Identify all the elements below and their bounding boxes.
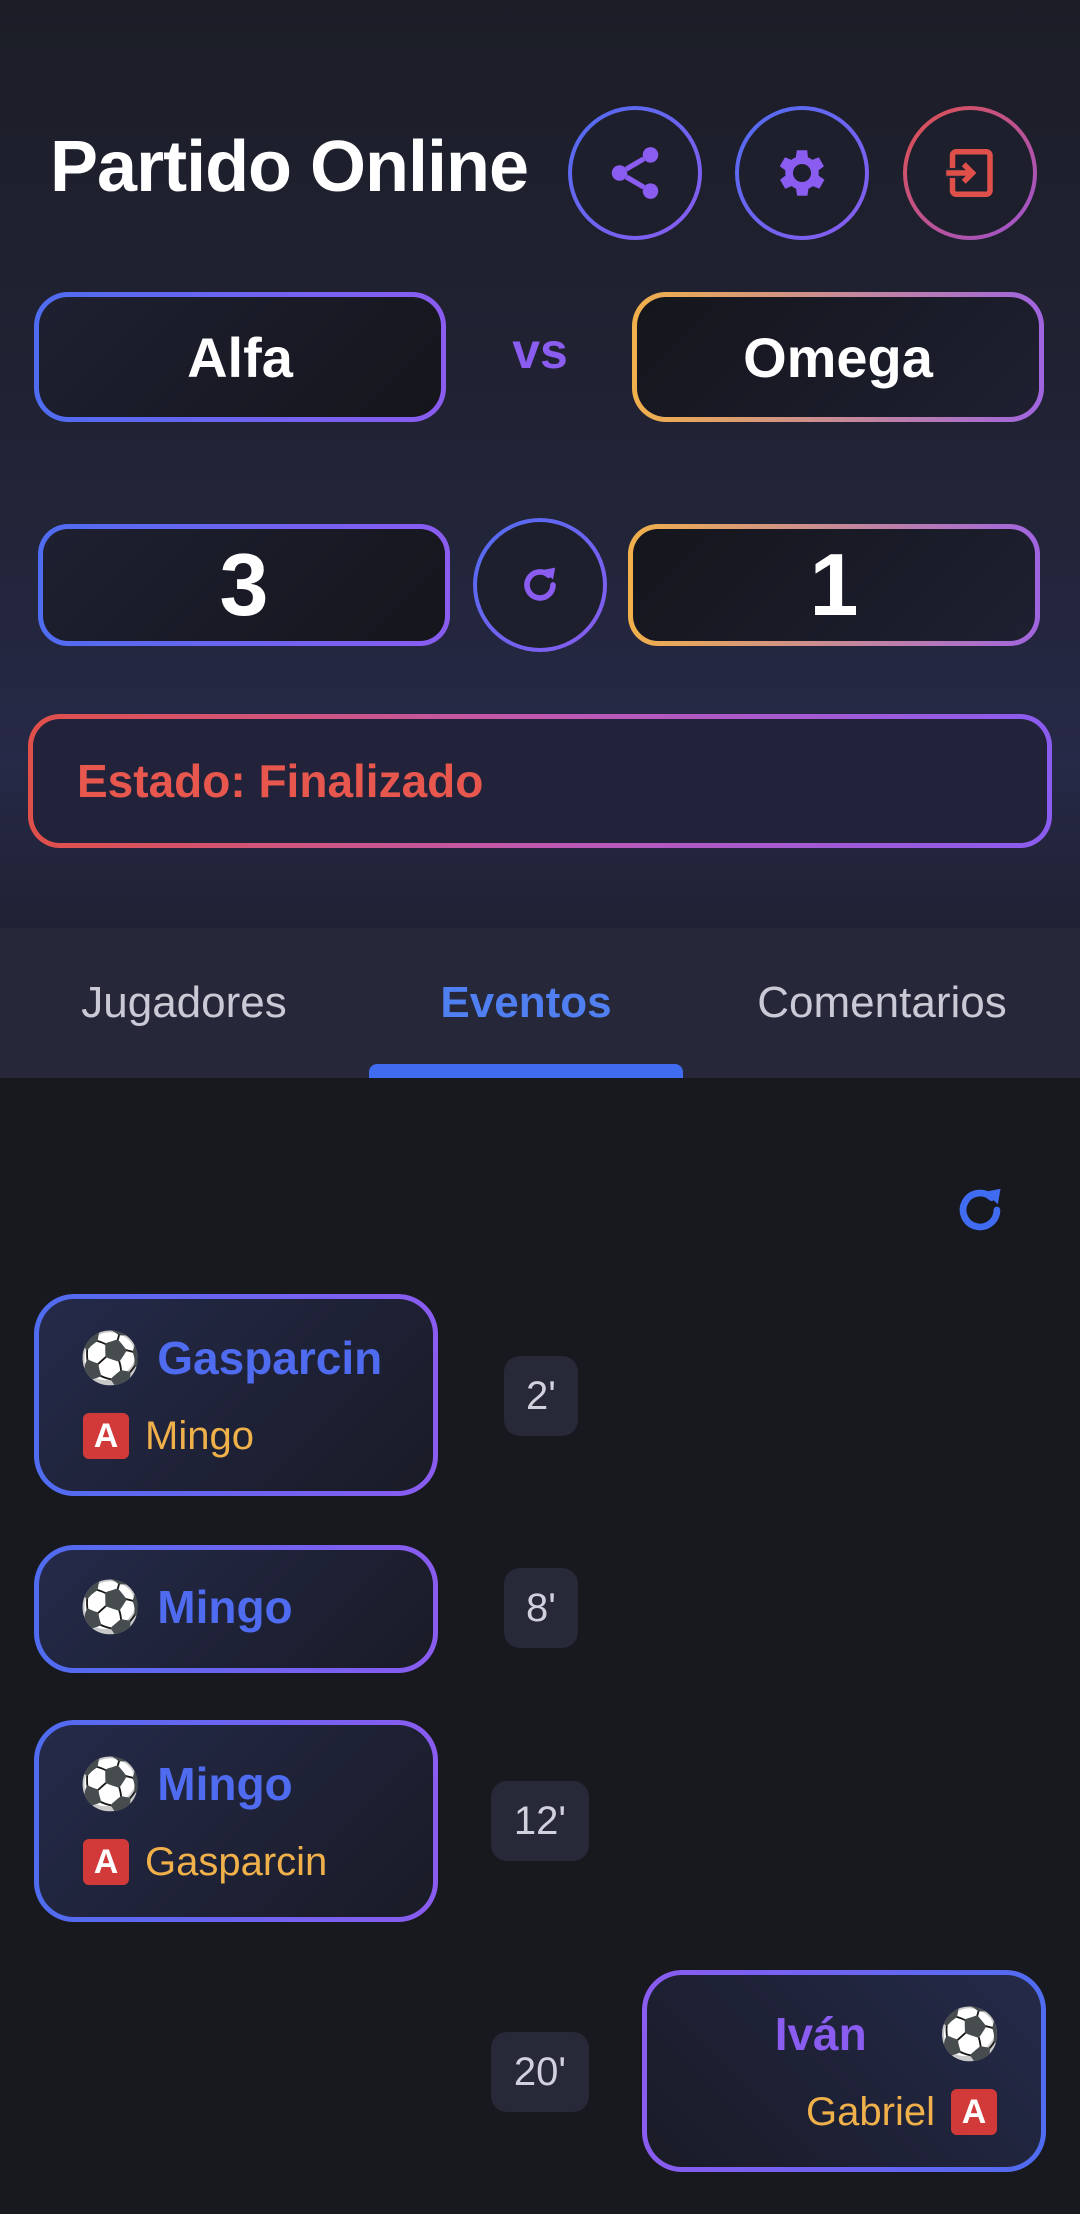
event-card[interactable]: Iván ⚽ Gabriel A	[642, 1970, 1046, 2172]
soccer-ball-icon: ⚽	[79, 1579, 142, 1635]
away-score: 1	[628, 524, 1040, 646]
share-button[interactable]	[568, 106, 702, 240]
home-score: 3	[38, 524, 450, 646]
tab-jugadores[interactable]: Jugadores	[0, 928, 368, 1078]
assist-badge-icon: A	[83, 1839, 129, 1885]
exit-button[interactable]	[903, 106, 1037, 240]
refresh-icon	[959, 1188, 1001, 1231]
away-team-name: Omega	[632, 292, 1044, 422]
match-screen: Partido Online Alfa vs Omega 3 1 Estado:…	[0, 0, 1080, 2214]
page-title: Partido Online	[50, 127, 529, 207]
event-scorer: Mingo	[157, 1581, 293, 1633]
vs-label: vs	[512, 323, 568, 379]
soccer-ball-icon: ⚽	[938, 2006, 1001, 2062]
event-minute: 8'	[504, 1568, 578, 1648]
tab-eventos[interactable]: Eventos	[368, 928, 684, 1078]
exit-icon	[945, 149, 993, 197]
refresh-score-button[interactable]	[473, 518, 607, 652]
event-scorer: Mingo	[157, 1758, 293, 1810]
event-minute: 20'	[491, 2032, 589, 2112]
settings-button[interactable]	[735, 106, 869, 240]
event-scorer: Iván	[774, 2008, 867, 2060]
event-card[interactable]: ⚽ Gasparcin A Mingo	[34, 1294, 438, 1496]
event-minute: 12'	[491, 1781, 589, 1861]
tab-comentarios[interactable]: Comentarios	[684, 928, 1080, 1078]
status-badge: Estado: Finalizado	[28, 714, 1052, 848]
event-card[interactable]: ⚽ Mingo A Gasparcin	[34, 1720, 438, 1922]
home-team-name: Alfa	[34, 292, 446, 422]
event-assist: Mingo	[145, 1413, 254, 1458]
event-scorer: Gasparcin	[157, 1332, 383, 1384]
active-tab-indicator	[369, 1064, 683, 1078]
event-minute: 2'	[504, 1356, 578, 1436]
event-card[interactable]: ⚽ Mingo	[34, 1545, 438, 1673]
soccer-ball-icon: ⚽	[79, 1330, 142, 1386]
assist-badge-icon: A	[951, 2089, 997, 2135]
soccer-ball-icon: ⚽	[79, 1756, 142, 1812]
gear-icon	[779, 150, 825, 196]
refresh-icon	[524, 567, 556, 601]
refresh-events-button[interactable]	[950, 1180, 1010, 1240]
assist-badge-icon: A	[83, 1413, 129, 1459]
tab-bar: Jugadores Eventos Comentarios	[0, 928, 1080, 1078]
event-assist: Gasparcin	[145, 1839, 328, 1884]
event-assist: Gabriel	[806, 2089, 935, 2134]
status-text: Estado: Finalizado	[77, 755, 484, 807]
share-icon	[611, 147, 659, 199]
